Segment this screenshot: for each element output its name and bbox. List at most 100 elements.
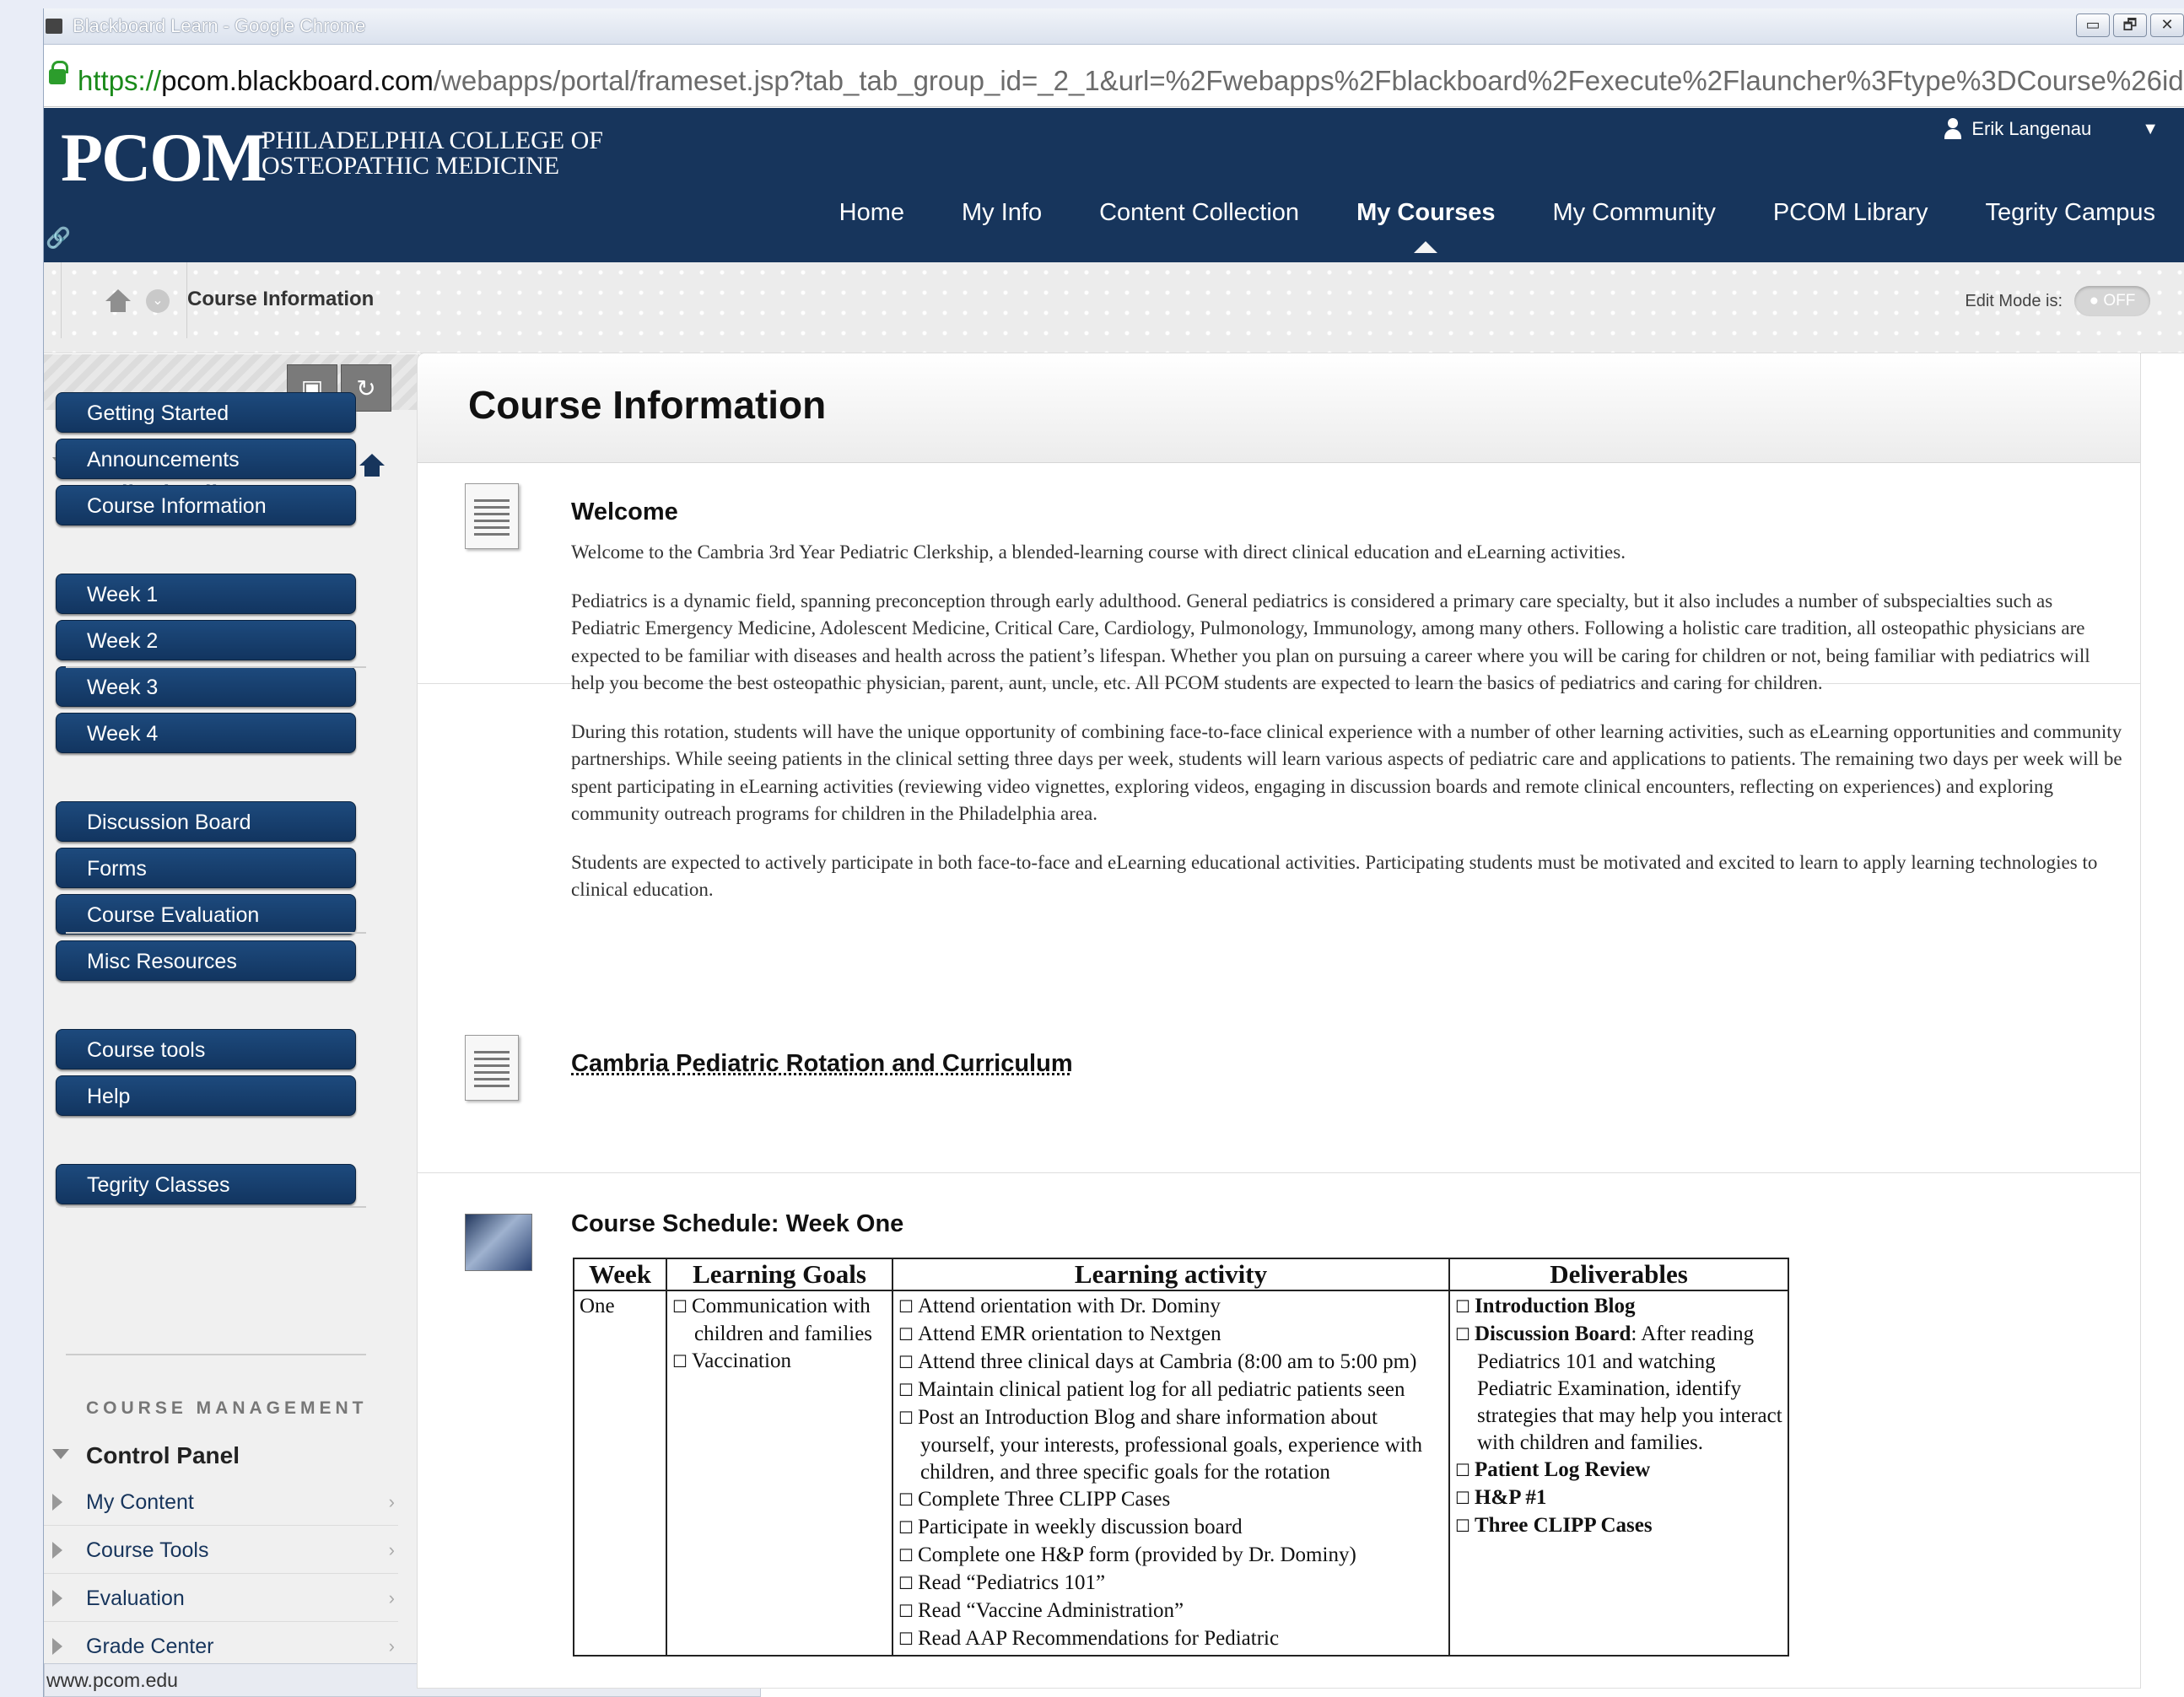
edit-mode-label: Edit Mode is:: [1965, 291, 2063, 310]
course-menu-announcements[interactable]: Announcements: [56, 439, 356, 479]
college-name-line2: OSTEOPATHIC MEDICINE: [262, 152, 560, 180]
nav-tab-content-collection[interactable]: Content Collection: [1099, 196, 1299, 229]
breadcrumb-home-box: ⌄: [61, 262, 187, 338]
activity-item: Read AAP Recommendations for Pediatric: [898, 1625, 1443, 1653]
content-header: Course Information: [418, 353, 2140, 463]
deliverable-item: H&P #1: [1455, 1484, 1782, 1512]
chevron-down-icon[interactable]: ⌄: [146, 289, 170, 313]
course-menu-course-tools[interactable]: Course tools: [56, 1029, 356, 1069]
home-icon[interactable]: [105, 289, 131, 313]
menu-divider: [66, 932, 366, 934]
welcome-paragraph: Welcome to the Cambria 3rd Year Pediatri…: [571, 541, 1626, 563]
minimize-button[interactable]: ▭: [2076, 13, 2110, 37]
title-bar: Blackboard Learn - Google Chrome ▭ 🗗 ✕: [44, 8, 2184, 45]
activity-item: Complete one H&P form (provided by Dr. D…: [898, 1542, 1443, 1570]
course-menu-week-3[interactable]: Week 3: [56, 666, 356, 707]
nav-tab-my-info[interactable]: My Info: [962, 196, 1042, 229]
activity-cell: Attend orientation with Dr. DominyAttend…: [892, 1290, 1450, 1657]
content-area: Course Information Welcome Welcome to th…: [417, 353, 2141, 1689]
window-title: Blackboard Learn - Google Chrome: [73, 15, 366, 36]
course-menu-help[interactable]: Help: [56, 1075, 356, 1116]
deliverable-title: Discussion Board: [1474, 1323, 1631, 1345]
course-management-heading: COURSE MANAGEMENT: [86, 1398, 368, 1418]
nav-tab-my-courses[interactable]: My Courses: [1356, 196, 1495, 253]
course-menu-week-1[interactable]: Week 1: [56, 574, 356, 614]
url-scheme: https://: [78, 65, 162, 96]
activity-item: Read “Pediatrics 101”: [898, 1570, 1443, 1597]
activity-list: Attend orientation with Dr. DominyAttend…: [898, 1293, 1443, 1653]
nav-tab-pcom-library[interactable]: PCOM Library: [1773, 196, 1928, 229]
close-button[interactable]: ✕: [2150, 13, 2184, 37]
user-icon: [1943, 118, 1963, 140]
college-name-line1: PHILADELPHIA COLLEGE OF: [262, 127, 603, 154]
curriculum-link[interactable]: Cambria Pediatric Rotation and Curriculu…: [571, 1050, 1073, 1078]
activity-item: Attend EMR orientation to Nextgen: [898, 1321, 1443, 1349]
user-name: Erik Langenau: [1971, 118, 2092, 139]
deliverable-item: Discussion Board: After reading Pediatri…: [1455, 1321, 1782, 1457]
caret-down-icon[interactable]: ▼: [2142, 120, 2159, 139]
lock-icon: [49, 61, 68, 84]
curriculum-item: Cambria Pediatric Rotation and Curriculu…: [418, 1015, 2140, 1173]
table-row: OneCommunication with children and famil…: [573, 1290, 1789, 1657]
collapse-triangle-icon[interactable]: [52, 1449, 69, 1468]
nav-tab-home[interactable]: Home: [839, 196, 904, 229]
edit-mode: Edit Mode is: ● OFF: [1965, 286, 2150, 316]
course-menu-forms[interactable]: Forms: [56, 848, 356, 888]
nav-tab-tegrity-campus[interactable]: Tegrity Campus: [1986, 196, 2155, 229]
image-icon: [465, 1214, 532, 1271]
url-host: pcom.blackboard.com: [161, 65, 434, 96]
blackboard-app-icon: [46, 19, 62, 34]
course-menu-misc-resources[interactable]: Misc Resources: [56, 940, 356, 981]
menu-divider: [66, 1206, 366, 1208]
deliverable-title: Introduction Blog: [1474, 1295, 1636, 1317]
welcome-item: Welcome Welcome to the Cambria 3rd Year …: [418, 463, 2140, 900]
course-menu-week-4[interactable]: Week 4: [56, 713, 356, 753]
menu-divider: [66, 666, 366, 668]
edit-mode-toggle[interactable]: ● OFF: [2074, 286, 2150, 316]
course-menu-course-evaluation[interactable]: Course Evaluation: [56, 894, 356, 935]
address-bar[interactable]: https://pcom.blackboard.com/webapps/port…: [44, 46, 2184, 107]
deliverable-title: Three CLIPP Cases: [1474, 1514, 1653, 1537]
activity-item: Participate in weekly discussion board: [898, 1514, 1443, 1542]
site-header: PCOM PHILADELPHIA COLLEGE OF OSTEOPATHIC …: [44, 108, 2184, 262]
deliverable-item: Patient Log Review: [1455, 1457, 1782, 1484]
control-panel-course-tools[interactable]: Course Tools: [44, 1527, 398, 1574]
breadcrumb-current: Course Information: [187, 288, 375, 310]
url-path: /webapps/portal/frameset.jsp?tab_tab_gro…: [433, 65, 2184, 96]
course-menu-week-2[interactable]: Week 2: [56, 620, 356, 660]
deliverable-title: H&P #1: [1474, 1486, 1547, 1509]
user-menu[interactable]: Erik Langenau ▼: [1943, 118, 2159, 140]
table-header-cell: Week: [573, 1258, 667, 1291]
top-nav: Home My Info Content Collection My Courses M…: [811, 196, 2184, 253]
page-title: Course Information: [468, 383, 827, 427]
link-icon[interactable]: 🔗: [46, 226, 71, 251]
college-name: PHILADELPHIA COLLEGE OF OSTEOPATHIC MEDIC…: [262, 128, 603, 179]
url-text[interactable]: https://pcom.blackboard.com/webapps/port…: [78, 64, 2184, 98]
course-menu-discussion-board[interactable]: Discussion Board: [56, 801, 356, 842]
welcome-paragraph: During this rotation, students will have…: [571, 720, 2122, 825]
control-panel-heading[interactable]: Control Panel: [86, 1442, 240, 1469]
deliverable-title: Patient Log Review: [1474, 1458, 1651, 1481]
schedule-table: Week Learning Goals Learning activity Deliv…: [573, 1258, 1789, 1657]
week-cell: One: [573, 1290, 667, 1657]
activity-item: Attend orientation with Dr. Dominy: [898, 1293, 1443, 1321]
control-panel-my-content[interactable]: My Content: [44, 1479, 398, 1526]
nav-tab-my-community[interactable]: My Community: [1552, 196, 1715, 229]
restore-button[interactable]: 🗗: [2113, 13, 2147, 37]
deliverable-item: Three CLIPP Cases: [1455, 1512, 1782, 1540]
course-menu-course-information[interactable]: Course Information: [56, 485, 356, 525]
course-menu: ▣ ↻ Cambria Third Yr Pediatric Clk 1314 …: [44, 354, 419, 1697]
menu-divider: [66, 1354, 366, 1355]
pcom-logo[interactable]: PCOM: [61, 120, 267, 196]
goal-list: Communication with children and families…: [672, 1293, 887, 1376]
control-panel-evaluation[interactable]: Evaluation: [44, 1575, 398, 1622]
table-header-row: Week Learning Goals Learning activity Deliv…: [573, 1258, 1789, 1291]
activity-item: Read “Vaccine Administration”: [898, 1597, 1443, 1625]
activity-item: Complete Three CLIPP Cases: [898, 1486, 1443, 1514]
welcome-paragraph: Pediatrics is a dynamic field, spanning …: [571, 590, 2090, 694]
course-menu-tegrity-classes[interactable]: Tegrity Classes: [56, 1164, 356, 1204]
course-menu-getting-started[interactable]: Getting Started: [56, 392, 356, 433]
course-home-icon[interactable]: [359, 454, 385, 477]
deliverables-list: Introduction Blog Discussion Board: After…: [1455, 1293, 1782, 1540]
welcome-paragraph: Students are expected to actively partic…: [571, 851, 2098, 901]
